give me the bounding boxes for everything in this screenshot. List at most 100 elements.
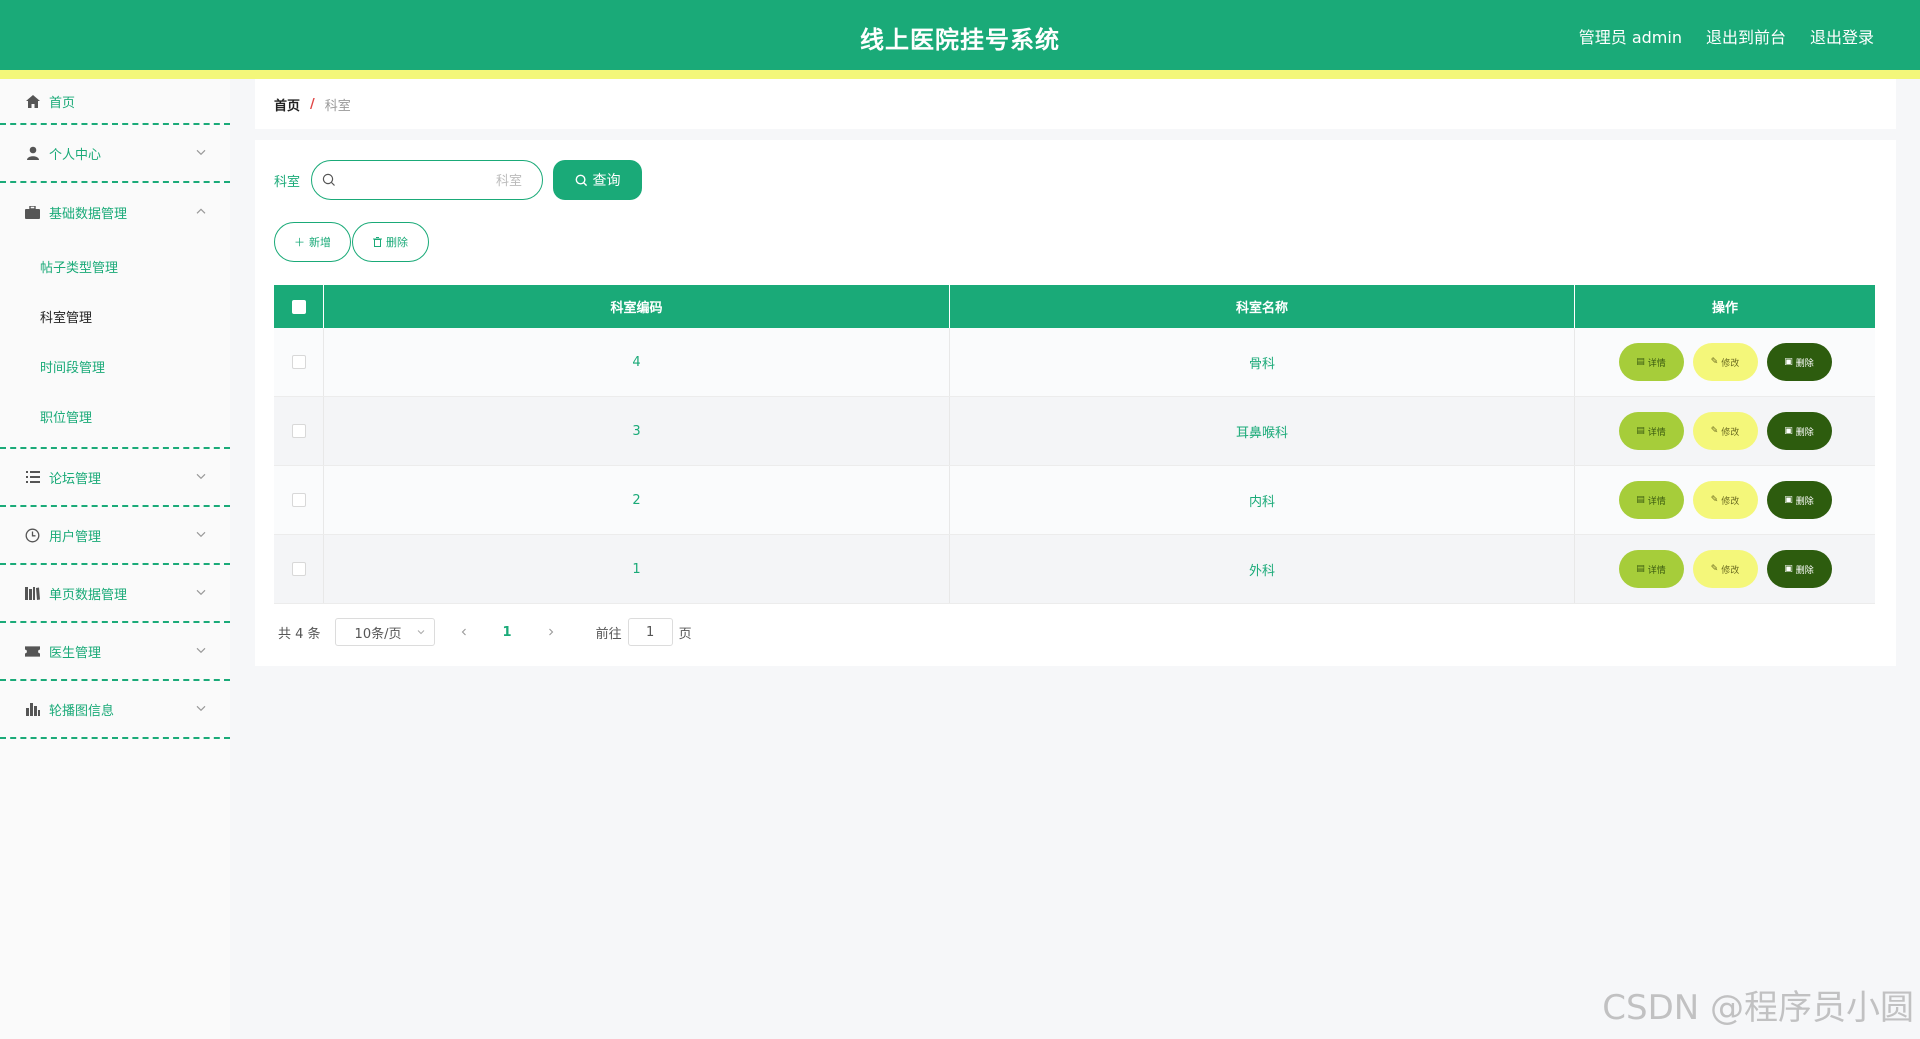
detail-label: 详情: [1647, 565, 1666, 576]
cell-code: 3: [324, 397, 950, 465]
row-check-cell: [274, 397, 324, 465]
sidebar-item-forum[interactable]: 论坛管理: [0, 449, 230, 507]
edit-label: 修改: [1721, 358, 1740, 369]
pagination-total: 共 4 条: [278, 626, 321, 642]
sidebar-item-basic-data[interactable]: 基础数据管理: [0, 183, 230, 241]
column-header-name[interactable]: 科室名称: [950, 285, 1575, 328]
department-table: 科室编码 科室名称 操作 4 骨科 ▤ 详情 ✎ 修改 ▣ 删除 3 耳鼻喉科 …: [274, 285, 1875, 604]
clock-icon: [25, 528, 40, 543]
prev-page-icon[interactable]: [459, 627, 469, 637]
select-all-checkbox[interactable]: [291, 299, 306, 314]
bar-chart-icon: [25, 702, 40, 717]
detail-button[interactable]: ▤ 详情: [1618, 343, 1684, 381]
admin-user-label: 管理员 admin: [1578, 28, 1682, 47]
sidebar-item-users[interactable]: 用户管理: [0, 507, 230, 565]
edit-button[interactable]: ✎ 修改: [1692, 412, 1758, 450]
goto-page-input[interactable]: 1: [627, 618, 673, 646]
edit-button[interactable]: ✎ 修改: [1692, 550, 1758, 588]
sidebar-item-post-type[interactable]: 帖子类型管理: [0, 241, 230, 291]
cell-code: 1: [324, 535, 950, 603]
delete-button[interactable]: ▣ 删除: [1766, 550, 1832, 588]
sidebar-item-label: 个人中心: [49, 147, 102, 163]
search-box[interactable]: [311, 160, 544, 200]
sidebar-item-department[interactable]: 科室管理: [0, 291, 230, 341]
delete-button[interactable]: ▣ 删除: [1766, 343, 1832, 381]
cell-name: 耳鼻喉科: [950, 397, 1575, 465]
logout-link[interactable]: 退出登录: [1810, 24, 1874, 48]
header-actions: 管理员 admin 退出到前台 退出登录: [1579, 24, 1874, 48]
table-row: 4 骨科 ▤ 详情 ✎ 修改 ▣ 删除: [274, 328, 1875, 397]
home-icon: [25, 94, 40, 109]
sidebar-item-label: 轮播图信息: [49, 703, 115, 719]
chevron-down-icon: [196, 647, 206, 654]
search-row: 科室 查询: [274, 160, 643, 200]
search-label: 科室: [274, 174, 301, 190]
query-button[interactable]: 查询: [553, 160, 643, 200]
sidebar-item-position[interactable]: 职位管理: [0, 391, 230, 441]
row-check-cell: [274, 535, 324, 603]
next-page-icon[interactable]: [546, 627, 556, 637]
chevron-down-icon: [196, 705, 206, 712]
document-icon: ▤: [1636, 564, 1645, 574]
sidebar-item-carousel[interactable]: 轮播图信息: [0, 681, 230, 739]
breadcrumb-separator: /: [310, 96, 315, 112]
table-row: 2 内科 ▤ 详情 ✎ 修改 ▣ 删除: [274, 466, 1875, 535]
chevron-down-icon: [196, 473, 206, 480]
edit-label: 修改: [1721, 427, 1740, 438]
table-body: 4 骨科 ▤ 详情 ✎ 修改 ▣ 删除 3 耳鼻喉科 ▤ 详情 ✎ 修改 ▣ 删…: [274, 328, 1875, 604]
top-header: 线上医院挂号系统 管理员 admin 退出到前台 退出登录: [0, 0, 1920, 79]
delete-button[interactable]: ▣ 删除: [1766, 481, 1832, 519]
table-header: 科室编码 科室名称 操作: [274, 285, 1875, 328]
detail-button[interactable]: ▤ 详情: [1618, 412, 1684, 450]
sidebar-item-label: 单页数据管理: [49, 587, 128, 603]
sidebar-item-time-slot[interactable]: 时间段管理: [0, 341, 230, 391]
detail-label: 详情: [1647, 427, 1666, 438]
add-button-label: 新增: [309, 236, 331, 249]
edit-label: 修改: [1721, 565, 1740, 576]
trash-icon: ▣: [1784, 426, 1793, 436]
sidebar-item-single-page[interactable]: 单页数据管理: [0, 565, 230, 623]
detail-button[interactable]: ▤ 详情: [1618, 481, 1684, 519]
edit-button[interactable]: ✎ 修改: [1692, 343, 1758, 381]
action-row: ＋ 新增 删除: [274, 222, 429, 262]
edit-button[interactable]: ✎ 修改: [1692, 481, 1758, 519]
search-input[interactable]: [342, 169, 523, 191]
chevron-up-icon: [196, 208, 206, 214]
chevron-down-icon: [196, 531, 206, 538]
header-stripe: [0, 70, 1920, 79]
delete-label: 删除: [1795, 565, 1814, 576]
pencil-icon: ✎: [1710, 426, 1719, 436]
cell-code: 4: [324, 328, 950, 396]
detail-button[interactable]: ▤ 详情: [1618, 550, 1684, 588]
sidebar-item-doctors[interactable]: 医生管理: [0, 623, 230, 681]
page-number-current[interactable]: 1: [503, 625, 512, 640]
sidebar-item-personal[interactable]: 个人中心: [0, 125, 230, 183]
column-header-ops: 操作: [1711, 301, 1738, 316]
delete-button[interactable]: ▣ 删除: [1766, 412, 1832, 450]
cell-ops: ▤ 详情 ✎ 修改 ▣ 删除: [1575, 535, 1875, 603]
page-size-select[interactable]: 10条/页: [334, 618, 435, 646]
pencil-icon: ✎: [1710, 495, 1719, 505]
cell-name: 内科: [950, 466, 1575, 534]
query-button-label: 查询: [592, 173, 621, 189]
row-checkbox[interactable]: [291, 493, 306, 507]
bulk-delete-button[interactable]: 删除: [352, 222, 429, 262]
column-header-code[interactable]: 科室编码: [324, 285, 950, 328]
row-checkbox[interactable]: [291, 424, 306, 438]
breadcrumb-home[interactable]: 首页: [274, 95, 300, 114]
exit-to-front-link[interactable]: 退出到前台: [1706, 24, 1786, 48]
list-icon: [25, 470, 40, 485]
add-button[interactable]: ＋ 新增: [274, 222, 351, 262]
row-checkbox[interactable]: [291, 355, 306, 369]
cell-code: 2: [324, 466, 950, 534]
trash-icon: ▣: [1784, 357, 1793, 367]
sidebar-item-label: 首页: [49, 95, 76, 111]
ticket-icon: [25, 644, 40, 659]
document-icon: ▤: [1636, 357, 1645, 367]
table-row: 3 耳鼻喉科 ▤ 详情 ✎ 修改 ▣ 删除: [274, 397, 1875, 466]
breadcrumb: 首页 / 科室: [255, 79, 1896, 129]
sidebar-item-home[interactable]: 首页: [0, 79, 230, 125]
row-checkbox[interactable]: [291, 562, 306, 576]
bulk-delete-label: 删除: [386, 236, 408, 249]
chevron-down-icon: [196, 589, 206, 596]
